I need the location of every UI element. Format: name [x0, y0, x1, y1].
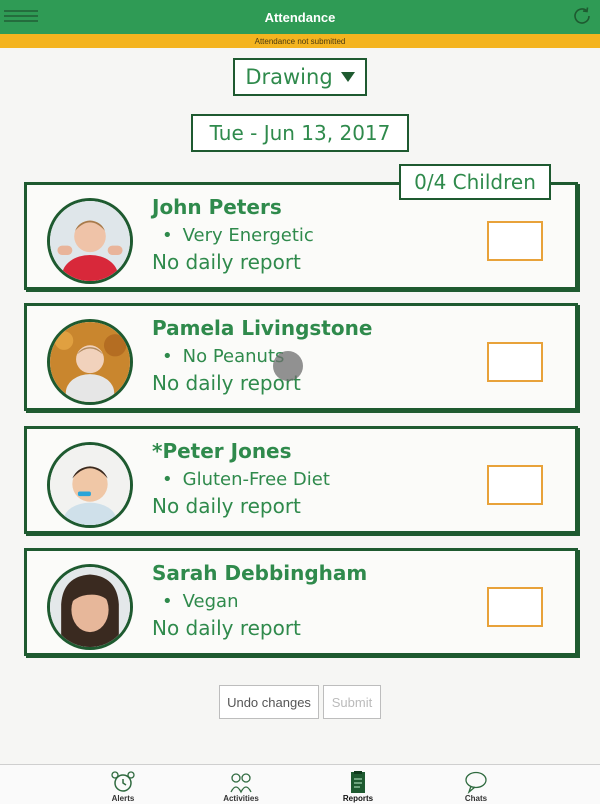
- tab-label: Reports: [342, 794, 374, 803]
- activities-icon: [230, 773, 252, 794]
- attendance-checkbox[interactable]: [487, 221, 543, 261]
- date-selector[interactable]: Tue - Jun 13, 2017: [191, 114, 409, 152]
- child-note-text: No Peanuts: [182, 346, 285, 367]
- child-name: *Peter Jones: [152, 439, 292, 463]
- touch-indicator: [273, 351, 303, 381]
- alarm-clock-icon: [111, 771, 135, 792]
- tab-chats[interactable]: Chats: [436, 765, 516, 804]
- menu-icon[interactable]: [4, 7, 38, 27]
- tab-reports[interactable]: Reports: [318, 765, 398, 804]
- child-name: Pamela Livingstone: [152, 316, 373, 340]
- clipboard-icon: [351, 771, 365, 793]
- tab-label: Alerts: [111, 794, 135, 803]
- child-card[interactable]: *Peter Jones • Gluten-Free Diet No daily …: [24, 426, 578, 534]
- child-name: John Peters: [152, 195, 282, 219]
- daily-report-status: No daily report: [152, 494, 301, 518]
- daily-report-status: No daily report: [152, 616, 301, 640]
- attendance-checkbox[interactable]: [487, 465, 543, 505]
- child-card[interactable]: Sarah Debbingham • Vegan No daily report: [24, 548, 578, 656]
- page-title: Attendance: [264, 9, 336, 25]
- daily-report-status: No daily report: [152, 250, 301, 274]
- children-count: 0/4 Children: [399, 164, 551, 200]
- child-note: • No Peanuts: [162, 346, 285, 367]
- avatar: [47, 564, 133, 650]
- tab-activities[interactable]: Activities: [201, 765, 281, 804]
- activity-dropdown[interactable]: Drawing: [233, 58, 367, 96]
- activity-dropdown-label: Drawing: [245, 65, 333, 89]
- child-note: • Vegan: [162, 591, 239, 612]
- bottom-tab-bar: Alerts Activities Reports Chats: [0, 764, 600, 804]
- tab-label: Chats: [464, 794, 488, 803]
- caret-down-icon: [340, 72, 355, 82]
- avatar: [47, 319, 133, 405]
- top-bar: Attendance: [0, 0, 600, 34]
- avatar: [47, 442, 133, 528]
- undo-changes-button[interactable]: Undo changes: [219, 685, 319, 719]
- tab-alerts[interactable]: Alerts: [83, 765, 163, 804]
- child-note-text: Vegan: [182, 591, 239, 612]
- child-note: • Gluten-Free Diet: [162, 469, 330, 490]
- avatar: [47, 198, 133, 284]
- child-name: Sarah Debbingham: [152, 561, 368, 585]
- attendance-checkbox[interactable]: [487, 587, 543, 627]
- sync-icon[interactable]: [570, 4, 594, 28]
- tab-label: Activities: [223, 794, 259, 803]
- attendance-checkbox[interactable]: [487, 342, 543, 382]
- child-card[interactable]: Pamela Livingstone • No Peanuts No daily …: [24, 303, 578, 411]
- chat-bubble-icon: [465, 771, 487, 794]
- submit-button[interactable]: Submit: [323, 685, 381, 719]
- child-note: • Very Energetic: [162, 225, 314, 246]
- status-banner: Attendance not submitted: [0, 34, 600, 48]
- child-note-text: Gluten-Free Diet: [182, 469, 330, 490]
- child-note-text: Very Energetic: [182, 225, 314, 246]
